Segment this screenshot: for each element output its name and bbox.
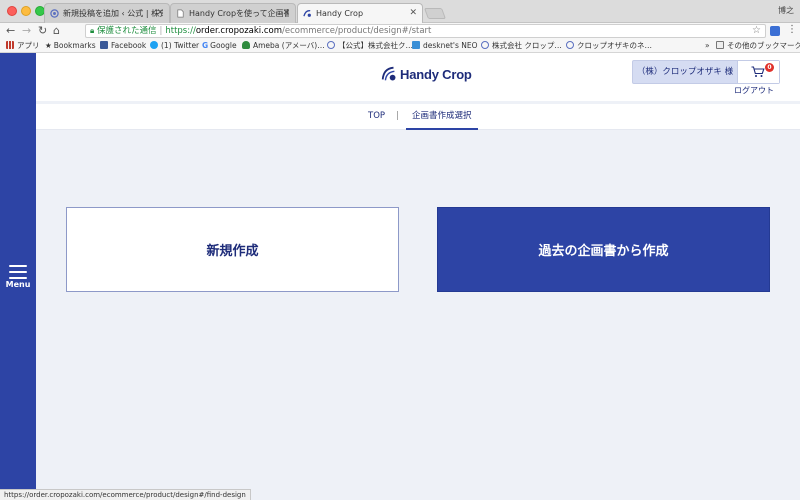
close-icon[interactable]: ✕: [409, 4, 417, 23]
secure-connection-label: 保護された通信: [96, 26, 157, 36]
logout-link[interactable]: ログアウト: [734, 85, 774, 96]
user-name[interactable]: （株）クロップオザキ 様: [633, 61, 737, 83]
browser-tab-strip: 新規投稿を追加 ‹ 公式 | 株式会社 ✕ Handy Cropを使って企画書を…: [0, 0, 800, 24]
page-body: Menu Handy Crop （株）クロップオザキ 様 0 ログアウト TOP: [0, 53, 800, 500]
crop-site-icon: [50, 9, 59, 18]
bookmark-crop-official[interactable]: 【公式】株式会社ク…: [327, 39, 413, 52]
bookmark-google[interactable]: G Google: [202, 39, 237, 52]
crop-site-icon: [327, 41, 335, 49]
url-host: order.cropozaki.com: [195, 26, 283, 36]
folder-icon: [716, 41, 724, 49]
tab-title: 新規投稿を追加 ‹ 公式 | 株式会社: [63, 9, 163, 18]
window-close-button[interactable]: [7, 6, 17, 16]
cart-count-badge: 0: [765, 63, 774, 72]
cart-icon: [751, 66, 765, 77]
nav-current-page[interactable]: 企画書作成選択: [406, 104, 478, 130]
url-path: /ecommerce/product/design#/start: [282, 26, 432, 36]
bookmark-desknets[interactable]: desknet's NEO: [412, 39, 478, 52]
url-scheme: https://: [165, 26, 196, 36]
forward-arrow-icon[interactable]: →: [22, 24, 31, 38]
address-bar[interactable]: 🔒︎ 保護された通信 | https://order.cropozaki.com/e…: [85, 24, 766, 38]
bookmark-bookmarks[interactable]: ★ Bookmarks: [45, 39, 96, 52]
browser-toolbar: ← → ↻ ⌂ 🔒︎ 保護された通信 | https://order.cropoza…: [0, 23, 800, 39]
back-arrow-icon[interactable]: ←: [6, 24, 15, 38]
browser-tab-1[interactable]: 新規投稿を追加 ‹ 公式 | 株式会社 ✕: [44, 3, 170, 23]
link-status-bar: https://order.cropozaki.com/ecommerce/pr…: [0, 489, 251, 500]
create-from-past-button[interactable]: 過去の企画書から作成: [437, 207, 770, 292]
browser-tab-2[interactable]: Handy Cropを使って企画書を作 ✕: [170, 3, 296, 23]
menu-label[interactable]: Menu: [0, 280, 36, 289]
desknets-icon: [412, 41, 420, 49]
bookmark-ameba[interactable]: Ameba (アメーバ)…: [242, 39, 325, 52]
bookmark-apps[interactable]: アプリ: [6, 39, 40, 52]
facebook-icon: [100, 41, 108, 49]
bookmarks-bar: アプリ ★ Bookmarks Facebook (1) Twitter G Goo…: [0, 39, 800, 53]
user-account-box: （株）クロップオザキ 様 0: [632, 60, 780, 84]
hamburger-menu-icon[interactable]: [9, 265, 27, 279]
tab-title: Handy Cropを使って企画書を作: [189, 9, 289, 18]
bookmark-star-icon[interactable]: ☆: [752, 25, 761, 37]
twitter-icon: [150, 41, 158, 49]
bookmark-twitter[interactable]: (1) Twitter: [150, 39, 199, 52]
crop-site-icon: [566, 41, 574, 49]
profile-name[interactable]: 博之: [778, 5, 794, 16]
handy-crop-logo[interactable]: Handy Crop: [380, 64, 472, 84]
bookmark-crop-ozaki[interactable]: クロップオザキのネ…: [566, 39, 652, 52]
close-icon[interactable]: ✕: [156, 4, 164, 23]
bookmark-crop-company[interactable]: 株式会社 クロップ…: [481, 39, 562, 52]
browser-tab-3-active[interactable]: Handy Crop ✕: [297, 3, 423, 24]
home-icon[interactable]: ⌂: [53, 24, 60, 38]
apps-grid-icon: [6, 41, 14, 49]
google-icon: G: [202, 41, 209, 50]
crop-site-icon: [481, 41, 489, 49]
site-header: Handy Crop （株）クロップオザキ 様 0 ログアウト: [36, 53, 800, 101]
nav-top-link[interactable]: TOP: [368, 104, 385, 130]
lock-icon: 🔒︎: [90, 26, 95, 35]
bookmark-facebook[interactable]: Facebook: [100, 39, 146, 52]
bookmarks-overflow-button[interactable]: »: [705, 39, 710, 52]
extension-icon[interactable]: [770, 26, 780, 36]
breadcrumb-nav: TOP | 企画書作成選択: [36, 104, 800, 130]
browser-menu-icon[interactable]: ⋮: [787, 24, 797, 35]
side-menu[interactable]: Menu: [0, 53, 36, 500]
new-tab-button[interactable]: [423, 8, 447, 19]
handy-crop-icon: [303, 10, 311, 17]
tab-title: Handy Crop: [316, 9, 364, 18]
logo-text: Handy Crop: [400, 66, 472, 82]
cart-button[interactable]: 0: [737, 61, 779, 83]
reload-icon[interactable]: ↻: [38, 24, 47, 38]
other-bookmarks-folder[interactable]: その他のブックマーク: [716, 39, 800, 52]
window-minimize-button[interactable]: [21, 6, 31, 16]
ameba-icon: [242, 41, 250, 49]
document-icon: [177, 9, 184, 18]
nav-divider: |: [396, 111, 399, 121]
close-icon[interactable]: ✕: [282, 4, 290, 23]
create-new-button[interactable]: 新規作成: [66, 207, 399, 292]
star-icon: ★: [45, 41, 52, 50]
handy-crop-logo-icon: [381, 66, 396, 81]
